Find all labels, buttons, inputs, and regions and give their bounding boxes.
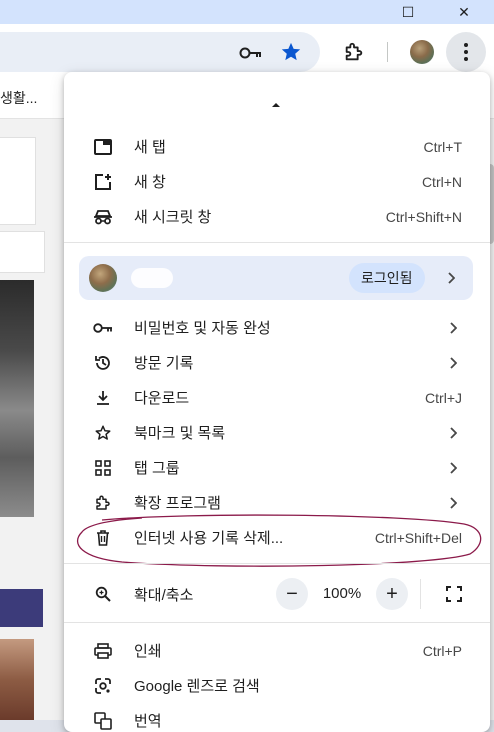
menu-item-label: 방문 기록 [134,355,194,372]
zoom-separator [420,579,421,609]
chevron-right-icon [446,356,460,370]
menu-item-label: 탭 그룹 [134,460,180,477]
chrome-menu: 새 탭 Ctrl+T 새 창 Ctrl+N 새 시크릿 창 Ctrl+Shift… [64,72,490,732]
content-banner [0,589,43,627]
menu-divider [64,242,490,243]
content-card [0,137,36,225]
key-icon [239,47,261,59]
menu-item-label: 새 탭 [134,139,166,156]
content-image [0,639,34,720]
download-icon [92,387,114,409]
incognito-icon [92,206,114,228]
minus-icon: − [286,582,298,605]
google-lens-icon [92,675,114,697]
chevron-right-icon [446,496,460,510]
close-window-button[interactable]: ✕ [444,0,484,24]
menu-item-shortcut: Ctrl+J [425,389,462,406]
menu-item-label: 새 창 [134,174,166,191]
menu-item-label: 북마크 및 목록 [134,425,226,442]
zoom-in-button[interactable]: + [376,578,408,610]
menu-item-tab-groups[interactable]: 탭 그룹 [64,450,490,485]
star-filled-icon [281,42,301,61]
menu-item-label: 새 시크릿 창 [134,209,212,226]
tab-groups-icon [92,457,114,479]
menu-item-bookmarks[interactable]: 북마크 및 목록 [64,415,490,450]
title-bar: ☐ ✕ [0,0,494,24]
menu-item-label: 인쇄 [134,643,162,660]
toolbar-separator [387,42,388,62]
zoom-icon [92,583,114,605]
menu-item-downloads[interactable]: 다운로드 Ctrl+J [64,380,490,415]
new-tab-icon [92,136,114,158]
kebab-menu-icon [464,43,468,61]
menu-item-label: 번역 [134,713,162,730]
chevron-right-icon [444,271,458,285]
chrome-menu-button[interactable] [446,32,486,72]
scroll-up-icon[interactable] [271,102,281,108]
avatar [410,40,434,64]
annotation-ellipse [76,514,482,567]
close-icon: ✕ [458,3,470,20]
fullscreen-button[interactable] [438,578,470,610]
profile-row[interactable]: 로그인됨 [79,256,473,300]
print-icon [92,640,114,662]
menu-item-print[interactable]: 인쇄 Ctrl+P [64,633,490,668]
profile-avatar-button[interactable] [408,38,436,66]
puzzle-icon [345,42,363,61]
redacted-name [131,268,173,288]
bookmark-item[interactable]: 생활... [0,88,37,108]
bookmark-star-button[interactable] [278,39,304,65]
history-icon [92,352,114,374]
content-image [0,280,34,517]
menu-item-shortcut: Ctrl+P [422,642,462,659]
translate-icon [92,710,114,732]
menu-item-shortcut: Ctrl+Shift+N [385,208,462,225]
menu-item-label: Google 렌즈로 검색 [134,678,260,695]
menu-item-label: 비밀번호 및 자동 완성 [134,320,271,337]
address-bar[interactable] [0,32,320,72]
zoom-label: 확대/축소 [134,586,194,604]
fullscreen-icon [446,586,462,602]
menu-item-shortcut: Ctrl+N [421,173,462,190]
signed-in-badge: 로그인됨 [349,263,425,293]
menu-item-passwords[interactable]: 비밀번호 및 자동 완성 [64,310,490,345]
avatar [89,264,117,292]
star-icon [92,422,114,444]
content-card [0,231,45,273]
menu-item-new-window[interactable]: 새 창 Ctrl+N [64,164,490,199]
new-window-icon [92,171,114,193]
menu-item-history[interactable]: 방문 기록 [64,345,490,380]
password-key-button[interactable] [238,40,264,66]
chevron-right-icon [446,461,460,475]
restore-button[interactable]: ☐ [388,0,428,24]
menu-item-new-tab[interactable]: 새 탭 Ctrl+T [64,129,490,164]
restore-icon: ☐ [401,3,415,20]
chevron-right-icon [446,321,460,335]
menu-item-incognito[interactable]: 새 시크릿 창 Ctrl+Shift+N [64,199,490,234]
menu-divider [64,622,490,623]
zoom-value: 100% [322,585,362,602]
zoom-out-button[interactable]: − [276,578,308,610]
menu-divider [64,563,490,564]
key-icon [92,317,114,339]
menu-item-translate[interactable]: 번역 [64,703,490,732]
menu-item-google-lens[interactable]: Google 렌즈로 검색 [64,668,490,703]
menu-item-label: 확장 프로그램 [134,495,221,512]
zoom-row: 확대/축소 − 100% + [64,575,490,613]
plus-icon: + [386,582,398,605]
menu-item-shortcut: Ctrl+T [423,138,463,155]
extension-icon [92,492,114,514]
extensions-button[interactable] [340,38,368,66]
chevron-right-icon [446,426,460,440]
menu-item-label: 다운로드 [134,390,190,407]
